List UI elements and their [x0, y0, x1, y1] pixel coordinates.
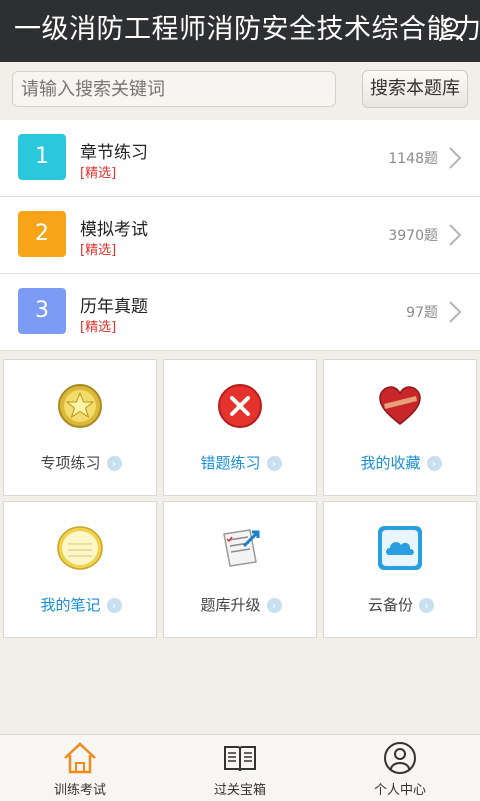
tab-personal-center[interactable]: 个人中心 [320, 735, 480, 801]
feature-special-practice[interactable]: 专项练习 › [3, 359, 157, 496]
section-name: 历年真题 [80, 297, 148, 317]
chevron-right-icon [449, 224, 462, 246]
arrow-circle-icon: › [419, 598, 434, 613]
feature-label: 错题练习 [200, 454, 261, 472]
feature-my-favorites[interactable]: 我的收藏 › [323, 359, 477, 496]
feature-label: 题库升级 [200, 596, 261, 614]
cloud-icon [378, 526, 422, 570]
tab-label: 个人中心 [373, 783, 426, 798]
arrow-circle-icon: › [106, 598, 122, 613]
section-number-badge: 1 [18, 134, 66, 180]
feature-cloud-backup[interactable]: 云备份 › [323, 501, 477, 638]
tab-training-exam[interactable]: 训练考试 [0, 735, 160, 801]
feature-label: 专项练习 [40, 454, 101, 472]
heart-icon [379, 386, 421, 425]
arrow-circle-icon: › [106, 456, 122, 471]
star-badge-icon [58, 384, 102, 428]
section-number-badge: 3 [18, 288, 66, 334]
tab-label: 训练考试 [53, 783, 106, 798]
arrow-circle-icon: › [426, 456, 442, 471]
notepad-icon [57, 526, 103, 570]
section-name: 模拟考试 [80, 220, 148, 240]
section-row-chapter-practice[interactable]: 1 章节练习 [精选] 1148题 [0, 120, 480, 197]
arrow-circle-icon: › [266, 598, 282, 613]
tab-label: 过关宝箱 [213, 783, 266, 798]
section-row-past-exams[interactable]: 3 历年真题 [精选] 97题 [0, 274, 480, 351]
section-number-badge: 2 [18, 211, 66, 257]
section-tag: [精选] [80, 243, 117, 258]
home-icon [64, 742, 96, 774]
section-name: 章节练习 [80, 143, 148, 163]
feature-label: 云备份 [367, 596, 413, 614]
search-bar: 搜索本题库 [0, 62, 480, 120]
feature-label: 我的笔记 [40, 596, 101, 614]
feature-label: 我的收藏 [360, 454, 421, 472]
section-tag: [精选] [80, 166, 117, 181]
document-upgrade-icon [223, 529, 260, 567]
section-row-mock-exam[interactable]: 2 模拟考试 [精选] 3970题 [0, 197, 480, 274]
app-header: 一级消防工程师消防安全技术综合能力 [0, 0, 480, 62]
page-title: 一级消防工程师消防安全技术综合能力 [14, 14, 480, 45]
feature-bank-upgrade[interactable]: 题库升级 › [163, 501, 317, 638]
search-button[interactable]: 搜索本题库 [362, 70, 468, 108]
section-list: 1 章节练习 [精选] 1148题 2 模拟考试 [精选] 3970题 3 历年… [0, 120, 480, 351]
feature-my-notes[interactable]: 我的笔记 › [3, 501, 157, 638]
chevron-right-icon [449, 301, 462, 323]
red-x-icon [218, 384, 262, 428]
tab-pass-treasure[interactable]: 过关宝箱 [160, 735, 320, 801]
section-count: 97题 [406, 305, 438, 321]
user-icon [384, 742, 416, 774]
chevron-right-icon [449, 147, 462, 169]
section-tag: [精选] [80, 320, 117, 335]
user-icon[interactable] [438, 16, 464, 42]
bottom-tab-bar: 训练考试 过关宝箱 个人中心 [0, 734, 480, 801]
arrow-circle-icon: › [266, 456, 282, 471]
book-icon [224, 746, 256, 772]
section-count: 3970题 [388, 228, 438, 244]
section-count: 1148题 [388, 151, 438, 167]
search-input[interactable] [12, 71, 336, 107]
feature-wrong-questions[interactable]: 错题练习 › [163, 359, 317, 496]
